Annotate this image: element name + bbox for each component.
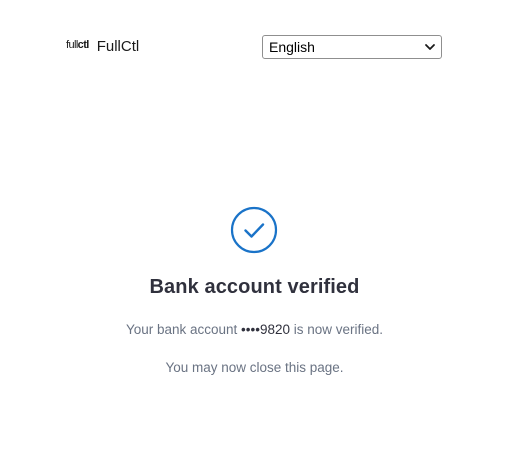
verification-message: Your bank account ••••9820 is now verifi… <box>0 322 509 337</box>
language-select-value: English <box>269 39 315 55</box>
header: fullctl FullCtl English <box>66 34 442 60</box>
message-suffix: is now verified. <box>289 322 384 337</box>
verification-page: fullctl FullCtl English Bank account ver… <box>0 0 513 461</box>
close-note: You may now close this page. <box>165 360 344 375</box>
brand-logo: fullctl <box>66 39 89 51</box>
chevron-down-icon <box>425 44 435 50</box>
language-select[interactable]: English <box>262 35 442 59</box>
account-mask: ••••9820 <box>241 322 290 337</box>
page-title: Bank account verified <box>149 276 360 298</box>
brand: fullctl FullCtl <box>66 37 139 57</box>
brand-name: FullCtl <box>96 38 140 55</box>
logo-text-part: full <box>66 39 78 51</box>
logo-text-part: ctl <box>77 39 90 51</box>
message-prefix: Your bank account <box>125 322 242 337</box>
checkmark-circle-icon <box>230 206 278 254</box>
